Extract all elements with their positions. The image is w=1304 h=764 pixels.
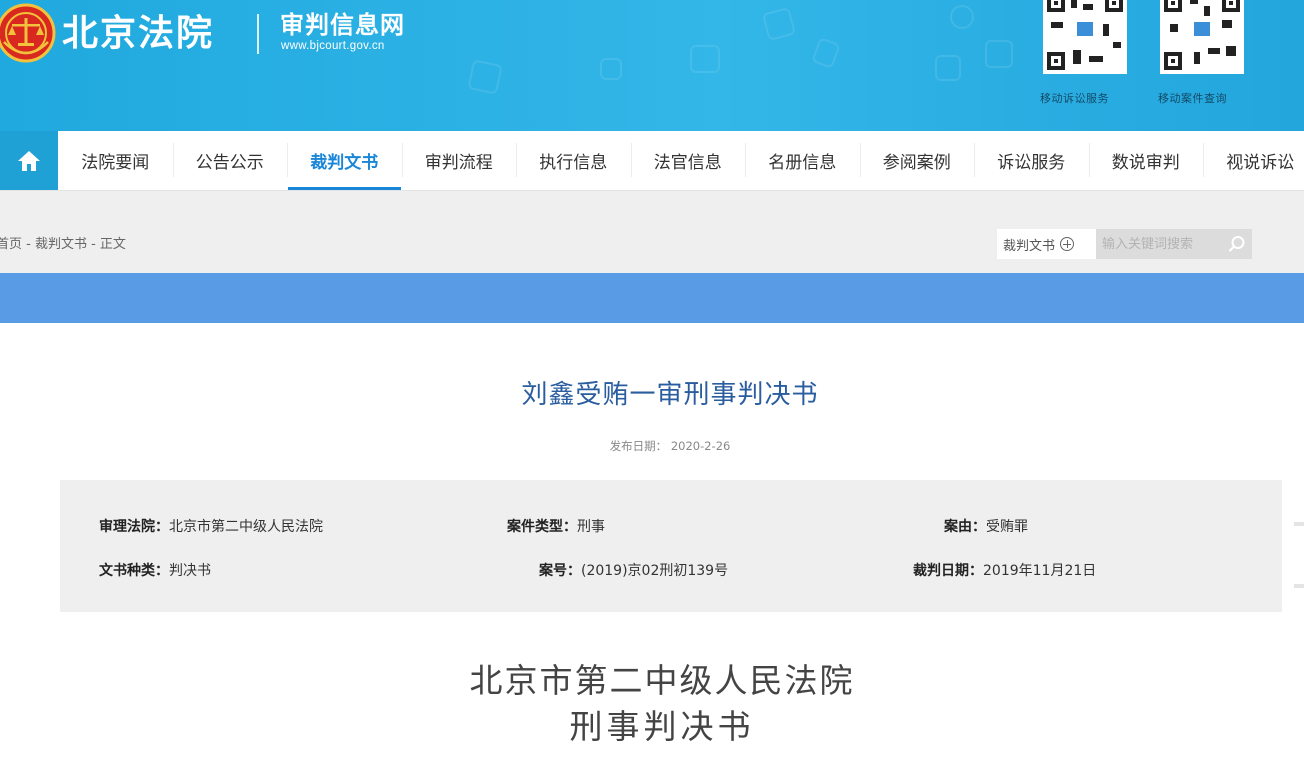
nav-item-trial-process[interactable]: 审判流程 bbox=[401, 131, 517, 190]
qr-module bbox=[1204, 6, 1210, 16]
info-case-type: 案件类型：刑事 bbox=[507, 516, 605, 536]
nav-item-announcements[interactable]: 公告公示 bbox=[172, 131, 288, 190]
decorative-pattern bbox=[985, 40, 1013, 68]
home-icon bbox=[18, 150, 40, 171]
main-nav: 法院要闻 公告公示 裁判文书 审判流程 执行信息 法官信息 名册信息 参阅案例 … bbox=[0, 131, 1304, 191]
qr-module bbox=[1222, 20, 1232, 28]
qr-module bbox=[1170, 24, 1178, 32]
publish-date-value: 2020-2-26 bbox=[670, 439, 731, 453]
decorative-pattern bbox=[690, 45, 720, 73]
home-button[interactable] bbox=[0, 131, 58, 190]
search-input[interactable] bbox=[1096, 229, 1222, 259]
qr-module bbox=[1071, 0, 1077, 8]
info-judgment-date: 裁判日期：2019年11月21日 bbox=[913, 560, 1096, 580]
decorative-pattern bbox=[761, 6, 797, 42]
breadcrumb: 首页 - 裁判文书 - 正文 bbox=[0, 233, 126, 252]
court-value: 北京市第二中级人民法院 bbox=[169, 519, 323, 535]
info-cause: 案由：受贿罪 bbox=[944, 516, 1028, 536]
case-info-panel bbox=[60, 480, 1282, 612]
nav-item-judges[interactable]: 法官信息 bbox=[630, 131, 746, 190]
info-court: 审理法院：北京市第二中级人民法院 bbox=[99, 516, 323, 536]
search-icon bbox=[1228, 236, 1245, 252]
judgment-date-value: 2019年11月21日 bbox=[983, 563, 1097, 579]
qr-module bbox=[1083, 4, 1093, 10]
site-subtitle[interactable]: 审判信息网 bbox=[280, 10, 405, 40]
qr-finder bbox=[1164, 0, 1182, 12]
qr-module bbox=[1226, 46, 1236, 56]
nav-item-court-news[interactable]: 法院要闻 bbox=[58, 131, 173, 190]
qr-module bbox=[1089, 56, 1103, 62]
qr-module bbox=[1103, 24, 1109, 36]
qr-finder bbox=[1222, 0, 1240, 12]
search-category-label: 裁判文书 bbox=[1003, 238, 1056, 254]
nav-item-data-trials[interactable]: 数说审判 bbox=[1088, 131, 1204, 190]
nav-items: 法院要闻 公告公示 裁判文书 审判流程 执行信息 法官信息 名册信息 参阅案例 … bbox=[58, 131, 1304, 190]
court-emblem-icon[interactable] bbox=[0, 2, 56, 64]
publish-date: 发布日期： 2020-2-26 bbox=[0, 438, 1304, 454]
info-case-number: 案号：(2019)京02刑初139号 bbox=[539, 560, 728, 580]
qr-module bbox=[1073, 50, 1081, 64]
publish-date-label: 发布日期： bbox=[609, 439, 668, 453]
decorative-pattern bbox=[935, 55, 961, 81]
nav-item-reference-cases[interactable]: 参阅案例 bbox=[859, 131, 975, 190]
nav-item-litigation-services[interactable]: 诉讼服务 bbox=[974, 131, 1089, 190]
qr-module bbox=[1113, 42, 1121, 48]
document-type-heading: 刑事判决书 bbox=[569, 707, 755, 746]
qr-caption-litigation: 移动诉讼服务 bbox=[1040, 92, 1109, 105]
qr-finder bbox=[1047, 0, 1065, 12]
nav-item-judgments[interactable]: 裁判文书 bbox=[287, 131, 402, 190]
qr-logo bbox=[1075, 20, 1095, 38]
site-header: 北京法院 审判信息网 www.bjcourt.gov.cn 移动诉讼服务 移动案… bbox=[0, 0, 1304, 131]
qr-logo bbox=[1192, 20, 1212, 38]
decorative-pattern bbox=[600, 58, 622, 80]
plus-circle-icon bbox=[1060, 237, 1075, 251]
side-scroll-marker bbox=[1294, 522, 1304, 526]
qr-module bbox=[1051, 22, 1063, 28]
search-category-select[interactable]: 裁判文书 bbox=[997, 229, 1096, 259]
cause-value: 受贿罪 bbox=[986, 519, 1028, 535]
judgment-date-label: 裁判日期： bbox=[913, 563, 983, 579]
qr-code-litigation bbox=[1043, 0, 1127, 74]
nav-item-enforcement[interactable]: 执行信息 bbox=[516, 131, 631, 190]
decorative-pattern bbox=[467, 59, 503, 95]
cause-label: 案由： bbox=[944, 519, 986, 535]
qr-finder bbox=[1164, 52, 1182, 70]
logo-divider bbox=[257, 14, 259, 54]
document-title: 刘鑫受贿一审刑事判决书 bbox=[521, 380, 819, 410]
case-type-value: 刑事 bbox=[577, 519, 605, 535]
section-band bbox=[0, 273, 1304, 323]
info-doc-kind: 文书种类：判决书 bbox=[99, 560, 211, 580]
doc-kind-label: 文书种类： bbox=[99, 563, 169, 579]
decorative-pattern bbox=[950, 5, 974, 29]
nav-item-video-litigation[interactable]: 视说诉讼 bbox=[1203, 131, 1304, 190]
qr-module bbox=[1194, 52, 1200, 64]
case-number-value: (2019)京02刑初139号 bbox=[581, 563, 729, 579]
qr-code-case-query bbox=[1160, 0, 1244, 74]
qr-caption-case-query: 移动案件查询 bbox=[1158, 92, 1227, 105]
doc-kind-value: 判决书 bbox=[169, 563, 211, 579]
site-url: www.bjcourt.gov.cn bbox=[281, 40, 385, 52]
search-button[interactable] bbox=[1222, 229, 1252, 259]
court-label: 审理法院： bbox=[99, 519, 169, 535]
qr-module bbox=[1208, 48, 1220, 54]
site-name[interactable]: 北京法院 bbox=[62, 12, 214, 56]
case-number-label: 案号： bbox=[539, 563, 581, 579]
court-heading: 北京市第二中级人民法院 bbox=[469, 661, 855, 700]
case-type-label: 案件类型： bbox=[507, 519, 577, 535]
decorative-pattern bbox=[811, 37, 841, 69]
breadcrumb-text[interactable]: 首页 - 裁判文书 - 正文 bbox=[0, 237, 126, 252]
side-scroll-marker bbox=[1294, 584, 1304, 588]
qr-module bbox=[1190, 0, 1198, 4]
qr-finder bbox=[1047, 52, 1065, 70]
nav-item-registry[interactable]: 名册信息 bbox=[745, 131, 860, 190]
qr-finder bbox=[1105, 0, 1123, 12]
